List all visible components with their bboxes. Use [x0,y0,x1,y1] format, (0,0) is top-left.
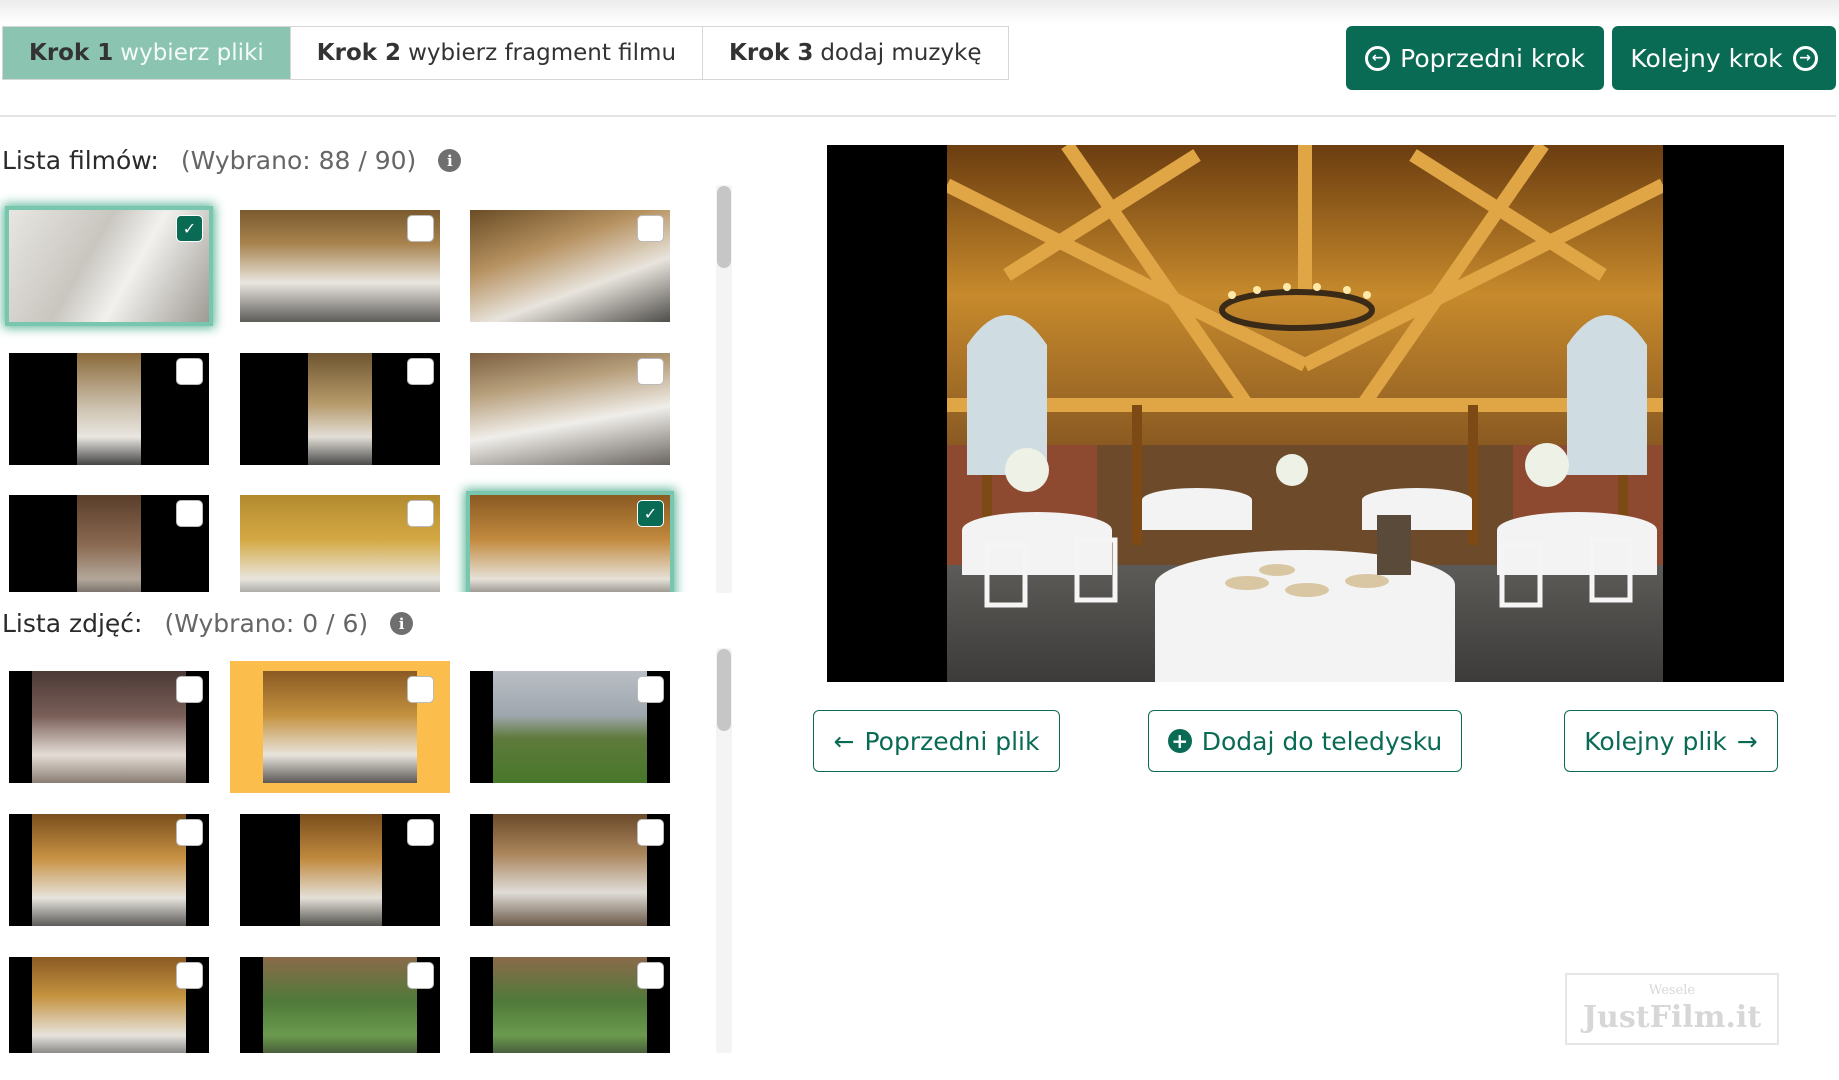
step-1-label: wybierz pliki [120,40,264,66]
photo-thumb[interactable] [9,671,209,783]
photo-thumbnail-image [493,671,647,783]
photo-thumbnail-image [493,957,647,1053]
checkbox[interactable] [176,819,203,846]
media-preview [827,145,1784,682]
photos-count: (Wybrano: 0 / 6) [164,609,369,638]
photos-scrollbar-thumb[interactable] [717,649,731,731]
checkbox[interactable] [637,676,664,703]
photo-thumb[interactable] [470,814,670,926]
film-thumb[interactable] [240,210,440,322]
films-header: Lista filmów: (Wybrano: 88 / 90) i [2,146,462,175]
step-2-number: Krok 2 [316,40,402,66]
info-icon[interactable]: i [390,612,414,635]
next-step-label: Kolejny krok [1630,43,1783,73]
add-to-video-label: Dodaj do teledysku [1201,726,1443,756]
checkbox[interactable] [176,358,203,385]
next-file-button[interactable]: Kolejny plik → [1564,710,1778,772]
checkbox[interactable] [407,819,434,846]
checkbox[interactable] [407,358,434,385]
tab-step-2[interactable]: Krok 2 wybierz fragment filmu [291,27,704,79]
photos-scrollbar[interactable] [716,648,732,1053]
previous-step-button[interactable]: ← Poprzedni krok [1346,26,1604,90]
photo-thumbnail-image [493,814,647,926]
checkbox[interactable] [407,962,434,989]
photo-thumb[interactable] [470,671,670,783]
films-scrollbar[interactable] [716,185,732,593]
film-thumb[interactable] [9,353,209,465]
films-count: (Wybrano: 88 / 90) [180,146,417,175]
photo-thumb[interactable] [9,814,209,926]
checkbox[interactable] [176,500,203,527]
top-shadow [0,0,1839,24]
step-2-label: wybierz fragment filmu [408,40,677,66]
arrow-circle-right-icon: → [1792,45,1818,71]
watermark-logo: Wesele JustFilm.it [1565,973,1779,1045]
checkbox[interactable] [637,358,664,385]
film-thumbnail-image [308,353,372,465]
films-title: Lista filmów: [2,146,159,175]
film-thumb[interactable] [240,495,440,592]
info-icon[interactable]: i [438,149,462,172]
photos-title: Lista zdjęć: [2,609,143,638]
film-thumb[interactable] [470,210,670,322]
arrow-right-icon: → [1736,726,1758,756]
photo-thumb[interactable] [470,957,670,1053]
film-thumb[interactable] [470,353,670,465]
check-icon[interactable]: ✓ [176,215,203,242]
photo-thumbnail-image [32,957,186,1053]
film-thumbnail-image [77,495,141,592]
film-thumb[interactable] [240,353,440,465]
photo-thumbnail-image [263,957,417,1053]
photo-thumb[interactable] [9,957,209,1053]
check-icon[interactable]: ✓ [637,500,664,527]
photo-thumbnail-image [32,814,186,926]
checkbox[interactable] [637,819,664,846]
photo-thumbnail-image [32,671,186,783]
film-thumb[interactable]: ✓ [470,495,670,592]
watermark-brand-text: JustFilm.it [1582,1000,1762,1035]
step-3-label: dodaj muzykę [820,40,982,66]
films-grid: ✓ ✓ [0,190,690,592]
checkbox[interactable] [407,215,434,242]
checkbox[interactable] [637,215,664,242]
checkbox[interactable] [637,962,664,989]
photo-thumb[interactable] [240,957,440,1053]
step-1-number: Krok 1 [29,40,114,66]
header-divider [0,115,1836,117]
previous-file-button[interactable]: ← Poprzedni plik [813,710,1060,772]
arrow-left-icon: ← [833,726,855,756]
next-file-label: Kolejny plik [1584,726,1727,756]
previous-file-label: Poprzedni plik [864,726,1040,756]
steps-tabs: Krok 1 wybierz pliki Krok 2 wybierz frag… [2,26,1009,80]
tab-step-1[interactable]: Krok 1 wybierz pliki [3,27,291,79]
photos-grid [0,653,690,1053]
step-3-number: Krok 3 [729,40,814,66]
preview-image [947,145,1663,682]
plus-circle-icon: + [1167,729,1192,753]
photo-thumbnail-image [300,814,382,926]
checkbox[interactable] [176,676,203,703]
films-scrollbar-thumb[interactable] [717,186,731,268]
add-to-video-button[interactable]: + Dodaj do teledysku [1148,710,1462,772]
arrow-circle-left-icon: ← [1365,45,1391,71]
film-thumb[interactable] [9,495,209,592]
film-thumb[interactable]: ✓ [9,210,209,322]
checkbox[interactable] [407,676,434,703]
photo-thumb[interactable] [240,814,440,926]
watermark-small-text: Wesele [1648,983,1696,998]
tab-step-3[interactable]: Krok 3 dodaj muzykę [703,27,1007,79]
photo-thumbnail-image [263,671,417,783]
previous-step-label: Poprzedni krok [1400,43,1585,73]
checkbox[interactable] [407,500,434,527]
film-thumbnail-image [77,353,141,465]
checkbox[interactable] [176,962,203,989]
photo-thumb[interactable] [240,671,440,783]
next-step-button[interactable]: Kolejny krok → [1612,26,1836,90]
photos-header: Lista zdjęć: (Wybrano: 0 / 6) i [2,609,414,638]
preview-scene [947,145,1663,682]
